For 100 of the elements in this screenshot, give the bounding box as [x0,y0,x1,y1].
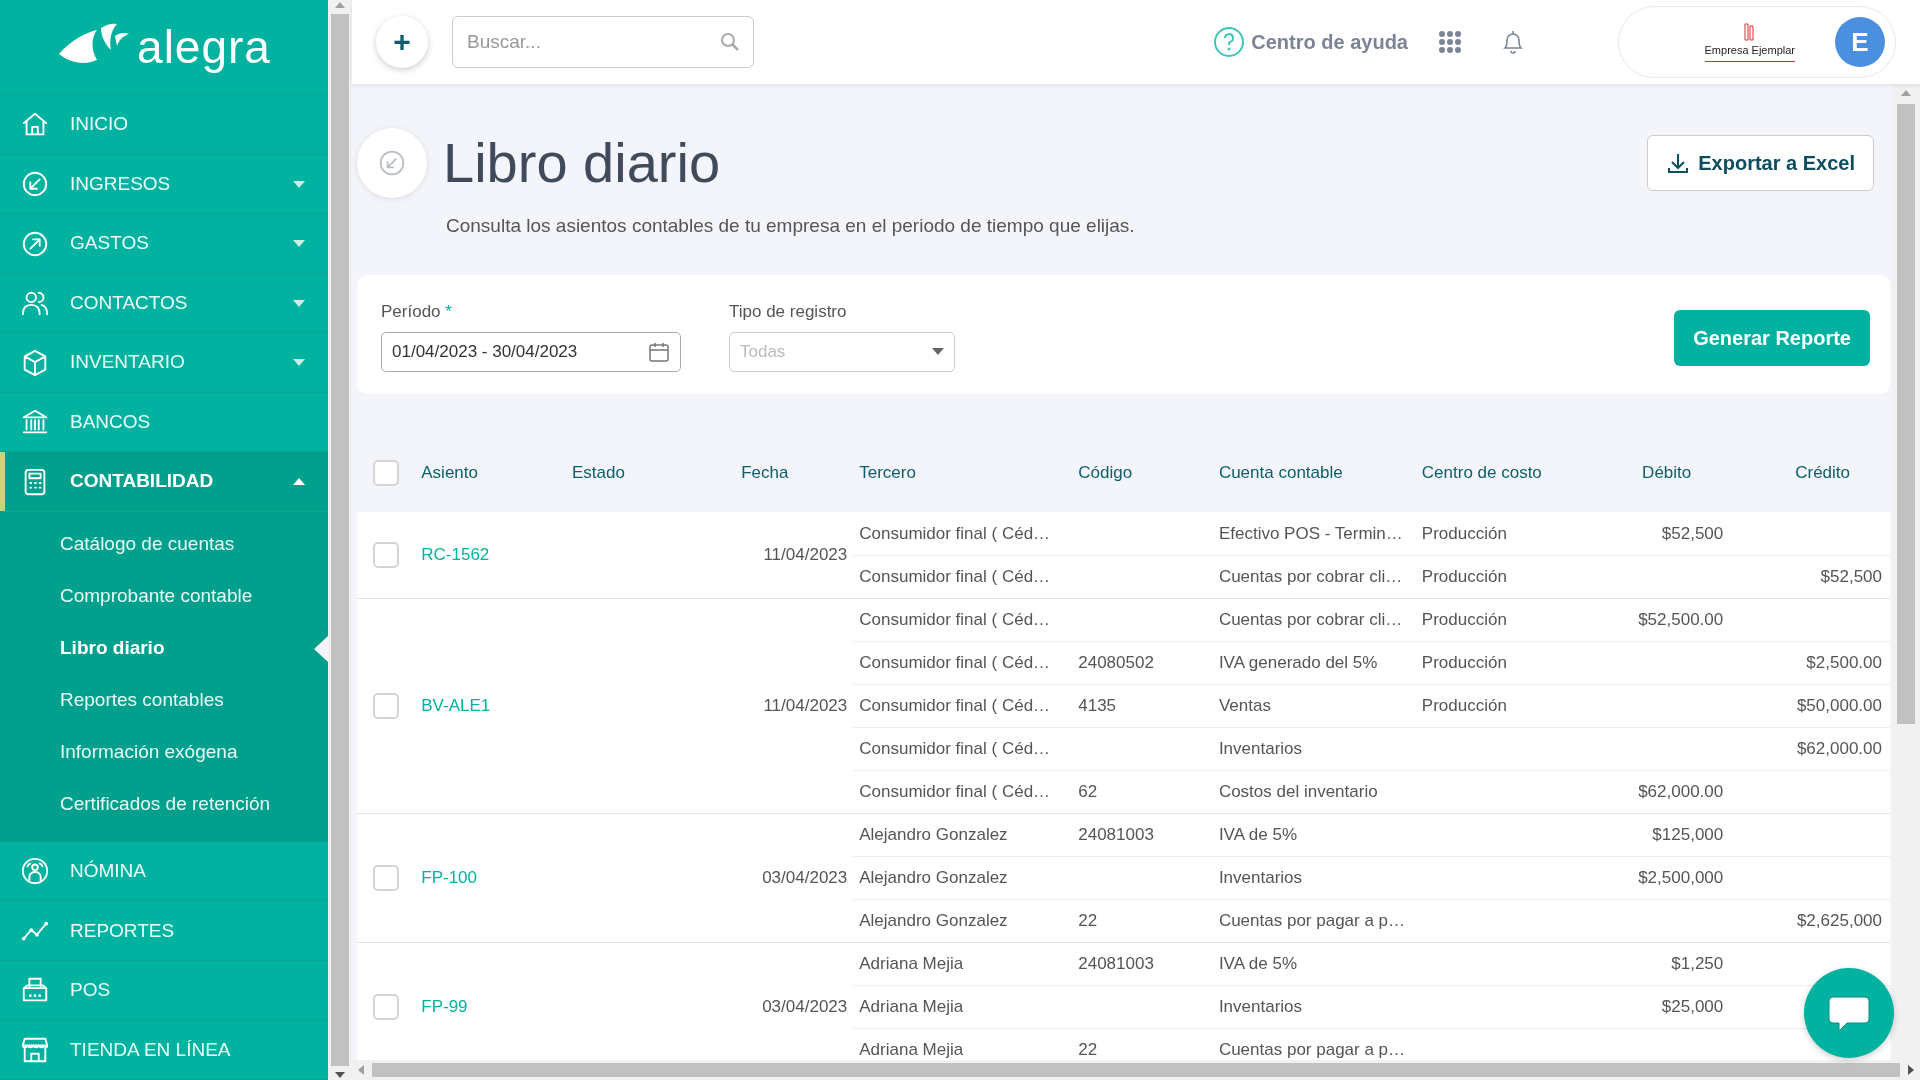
entry-link[interactable]: FP-99 [421,996,468,1016]
scroll-left-icon[interactable] [356,1064,366,1076]
table-cell: $62,000.00 [1796,738,1882,758]
column-header[interactable]: Tercero [859,462,916,482]
date-field[interactable]: 01/04/2023 - 30/04/2023 [381,332,681,372]
table-cell: Ventas [1218,695,1271,715]
entry-link[interactable]: FP-100 [421,867,477,887]
submenu-item[interactable]: Certificados de retención [0,777,328,830]
page-title: Libro diario [443,130,721,197]
help-icon [1213,26,1246,58]
sidebar-item[interactable]: INGRESOS [0,154,328,215]
table-cell: Inventarios [1218,738,1303,758]
field-label: Tipo de registro [729,300,848,323]
company-name: Empresa Ejemplar [1704,43,1795,59]
table-cell: Cuentas por pagar a p… [1218,1039,1406,1059]
column-header[interactable]: Débito [1642,462,1692,482]
caret-icon [932,348,944,356]
table-cell: $2,500.00 [1806,652,1882,672]
generate-report-button[interactable]: Generar Reporte [1674,310,1870,366]
column-header[interactable]: Código [1078,462,1133,482]
sidebar-item[interactable]: TIENDA EN LÍNEA [0,1020,328,1080]
table-cell: Producción [1421,609,1507,629]
table-cell: Alejandro Gonzalez [859,824,1008,844]
logo-text: alegra [137,19,271,75]
add-button[interactable]: + [376,16,428,68]
table-cell: 62 [1078,781,1098,801]
table-cell: $1,250 [1671,953,1724,973]
sidebar-item[interactable]: NÓMINA [0,841,328,902]
checkbox[interactable] [373,864,400,891]
column-header[interactable]: Crédito [1795,462,1850,482]
scroll-down-icon[interactable] [334,1070,346,1080]
scrollbar-thumb[interactable] [372,1063,1900,1077]
column-header[interactable]: Centro de costo [1421,462,1542,482]
table-cell: $125,000 [1652,824,1724,844]
table-cell: 22 [1078,910,1098,930]
table-cell: Alejandro Gonzalez [859,910,1008,930]
table-cell: Consumidor final ( Céd… [859,652,1051,672]
column-header[interactable]: Estado [571,462,625,482]
table-cell: Adriana Mejia [859,953,964,973]
table-cell: $52,500 [1820,566,1882,586]
column-header[interactable]: Cuenta contable [1218,462,1343,482]
calendar-icon[interactable] [648,341,670,363]
table-cell: Cuentas por cobrar cli… [1218,609,1403,629]
scrollbar-thumb[interactable] [331,14,349,1066]
search-field[interactable]: Buscar... [452,16,754,68]
column-header[interactable]: Asiento [421,462,478,482]
user-avatar[interactable]: E [1835,17,1885,67]
table-cell: Efectivo POS - Termin… [1218,523,1403,543]
arrow-circle-icon [378,149,406,177]
submenu-item[interactable]: Comprobante contable [0,569,328,622]
checkbox[interactable] [373,459,400,486]
apps-grid-icon[interactable] [1438,30,1462,54]
column-header[interactable]: Fecha [741,462,789,482]
search-icon[interactable] [720,32,740,52]
checkbox[interactable] [373,692,400,719]
scroll-up-icon[interactable] [334,0,346,10]
table-cell: 11/04/2023 [763,545,848,564]
table-cell: Adriana Mejia [859,996,964,1016]
sidebar-item[interactable]: CONTABILIDAD [0,452,328,512]
table-cell: IVA de 5% [1218,953,1298,973]
submenu-item[interactable]: Información exógena [0,725,328,778]
scroll-right-icon[interactable] [1906,1064,1916,1076]
table-cell: $50,000.00 [1796,695,1882,715]
table-cell: Producción [1421,566,1507,586]
table-cell: 4135 [1078,695,1117,715]
bell-icon[interactable] [1502,29,1524,55]
table-cell: 24081003 [1078,953,1154,973]
company-logo-icon [1742,22,1757,43]
table-cell: Consumidor final ( Céd… [859,609,1051,629]
scrollbar-thumb[interactable] [1897,104,1915,724]
sidebar-item[interactable]: POS [0,961,328,1021]
entry-link[interactable]: BV-ALE1 [421,695,491,715]
table-cell: Consumidor final ( Céd… [859,566,1051,586]
sidebar-item[interactable]: GASTOS [0,214,328,274]
checkbox[interactable] [373,542,400,568]
table-cell: 24081003 [1078,824,1154,844]
table-cell: Costos del inventario [1218,781,1378,801]
table-cell: 22 [1078,1039,1098,1059]
table-cell: IVA de 5% [1218,824,1298,844]
table-cell: $2,500,000 [1638,867,1724,887]
back-button[interactable] [357,128,427,198]
table-cell: 24080502 [1078,652,1154,672]
export-button[interactable]: Exportar a Excel [1647,135,1874,191]
sidebar-item[interactable]: INVENTARIO [0,333,328,393]
submenu-item[interactable]: Catálogo de cuentas [0,517,328,570]
help-link[interactable]: Centro de ayuda [1213,26,1408,58]
table-cell: Producción [1421,523,1507,543]
chat-icon [1827,993,1871,1033]
table-cell: Producción [1421,695,1507,715]
entry-link[interactable]: RC-1562 [421,545,490,564]
field-label: Período * [381,300,453,323]
table-cell: Consumidor final ( Céd… [859,695,1051,715]
sidebar-item[interactable]: CONTACTOS [0,273,328,334]
submenu-item[interactable]: Reportes contables [0,673,328,726]
table-cell: $62,000.00 [1638,781,1724,801]
scroll-up-icon[interactable] [1900,88,1912,98]
table-cell: 11/04/2023 [763,695,848,715]
select-field[interactable]: Todas [729,332,955,372]
table-cell: $2,625,000 [1796,910,1882,930]
checkbox[interactable] [373,993,400,1020]
